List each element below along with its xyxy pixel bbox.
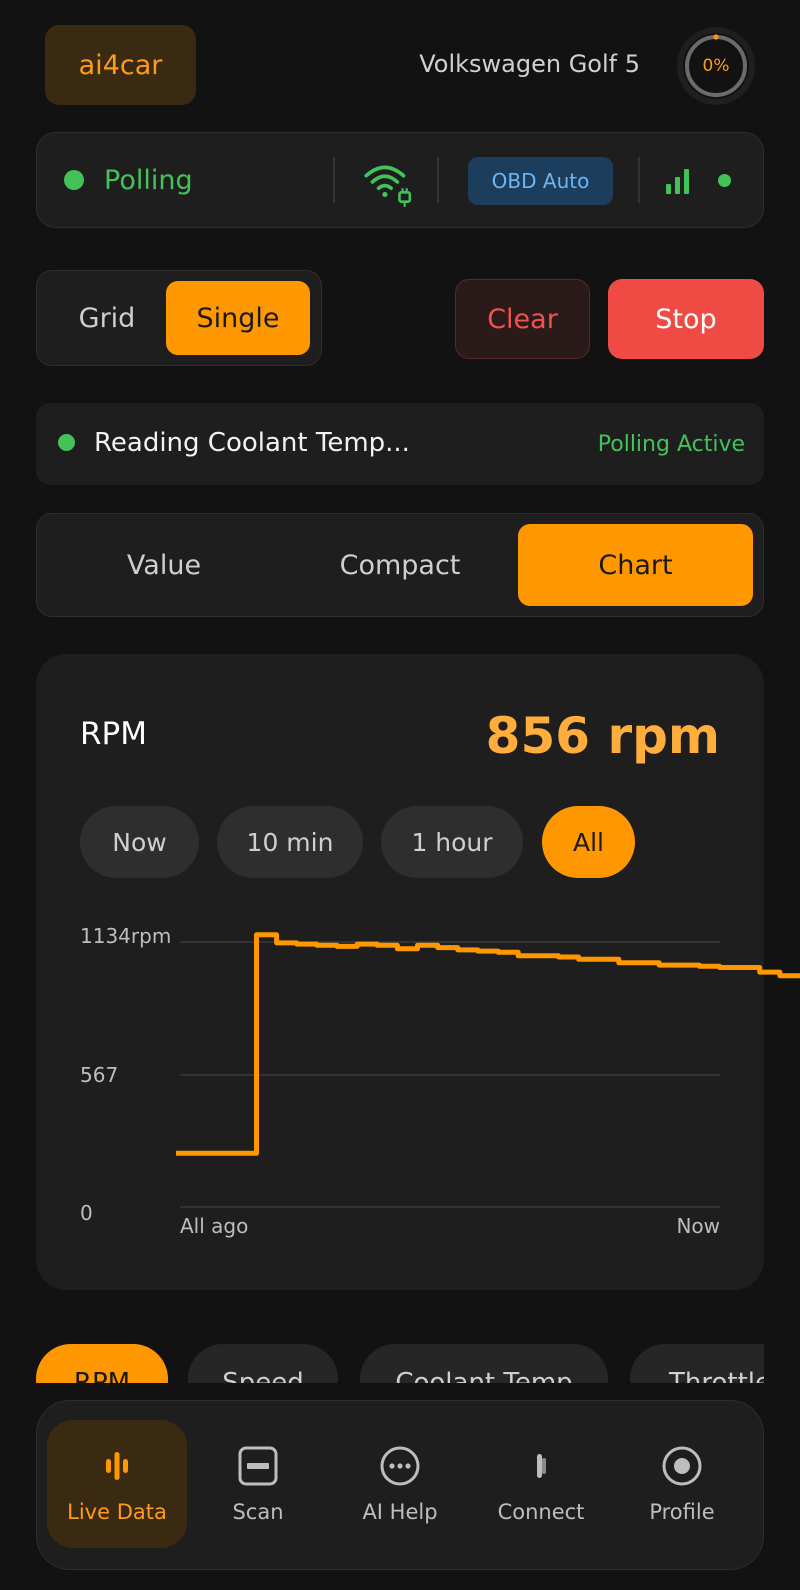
ai-help-icon <box>380 1446 420 1486</box>
nav-live-data[interactable]: Live Data <box>47 1420 187 1548</box>
range-1hour-button[interactable]: 1 hour <box>381 806 523 878</box>
pid-chip-row: RPM Speed Coolant Temp Throttle <box>36 1340 764 1383</box>
nav-label: Scan <box>232 1500 284 1524</box>
pid-chip-coolant-temp[interactable]: Coolant Temp <box>360 1344 608 1383</box>
scan-icon <box>238 1446 278 1486</box>
connection-indicator-dot <box>718 174 731 187</box>
range-now-button[interactable]: Now <box>80 806 199 878</box>
tab-compact[interactable]: Compact <box>284 524 516 606</box>
nav-connect[interactable]: Connect <box>471 1420 611 1548</box>
nav-ai-help[interactable]: AI Help <box>330 1420 470 1548</box>
wifi-adapter-icon[interactable] <box>362 157 414 209</box>
stop-button[interactable]: Stop <box>608 279 764 359</box>
pid-chip-speed[interactable]: Speed <box>188 1344 338 1383</box>
rpm-series-line <box>176 932 800 1156</box>
nav-label: Live Data <box>67 1500 167 1524</box>
vehicle-name[interactable]: Volkswagen Golf 5 <box>419 50 640 78</box>
nav-label: AI Help <box>362 1500 438 1524</box>
divider <box>638 157 640 203</box>
grid-layout-button[interactable]: Grid <box>48 281 166 355</box>
nav-profile[interactable]: Profile <box>612 1420 752 1548</box>
divider <box>437 157 439 203</box>
obd-mode-badge[interactable]: OBD Auto <box>468 157 613 205</box>
divider <box>333 157 335 203</box>
polling-active-label: Polling Active <box>597 432 745 457</box>
pid-chip-rpm[interactable]: RPM <box>36 1344 168 1383</box>
live-data-icon <box>106 1452 128 1480</box>
polling-status-label: Polling <box>104 165 193 196</box>
nav-label: Profile <box>649 1500 715 1524</box>
pid-title: RPM <box>80 716 147 752</box>
reading-status-text: Reading Coolant Temp... <box>94 428 410 458</box>
x-tick-label-start: All ago <box>180 1214 248 1238</box>
pid-current-value: 856 rpm <box>485 707 720 765</box>
y-tick-label-mid: 567 <box>80 1063 118 1087</box>
progress-percent: 0% <box>702 56 730 76</box>
signal-strength-icon <box>666 169 689 194</box>
tab-chart[interactable]: Chart <box>518 524 753 606</box>
connect-icon <box>537 1454 546 1478</box>
range-10min-button[interactable]: 10 min <box>217 806 363 878</box>
pid-chip-throttle[interactable]: Throttle <box>630 1344 764 1383</box>
tab-value[interactable]: Value <box>48 524 280 606</box>
nav-label: Connect <box>497 1500 585 1524</box>
clear-button[interactable]: Clear <box>455 279 590 359</box>
app-brand: ai4car <box>45 25 196 105</box>
x-tick-label-end: Now <box>676 1214 720 1238</box>
range-all-button[interactable]: All <box>542 806 635 878</box>
y-tick-label-top: 1134rpm <box>80 924 171 948</box>
polling-status-dot <box>64 170 84 190</box>
reading-status-dot <box>58 434 75 451</box>
single-layout-button[interactable]: Single <box>166 281 310 355</box>
nav-scan[interactable]: Scan <box>188 1420 328 1548</box>
y-tick-label-zero: 0 <box>80 1201 93 1225</box>
rpm-line-chart: 1134rpm 567 0 All ago Now <box>80 924 800 1238</box>
profile-icon <box>662 1446 702 1486</box>
